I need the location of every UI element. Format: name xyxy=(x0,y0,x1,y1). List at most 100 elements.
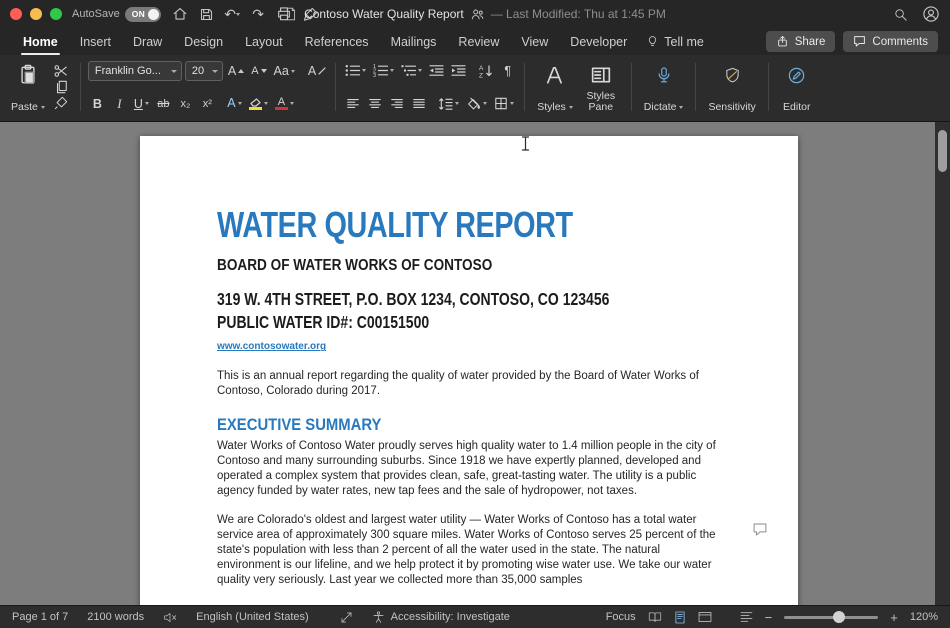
fullscreen-window-button[interactable] xyxy=(50,8,62,20)
page-indicator[interactable]: Page 1 of 7 xyxy=(12,611,68,623)
font-name-select[interactable]: Franklin Go... xyxy=(88,61,182,81)
subscript-button[interactable]: x₂ xyxy=(176,94,195,113)
page-1[interactable]: WATER QUALITY REPORT BOARD OF WATER WORK… xyxy=(140,136,798,605)
bullets-button[interactable] xyxy=(343,61,368,80)
document-canvas[interactable]: WATER QUALITY REPORT BOARD OF WATER WORK… xyxy=(0,122,950,605)
tell-me-button[interactable]: Tell me xyxy=(646,35,704,49)
tab-layout[interactable]: Layout xyxy=(234,29,294,55)
web-layout-button[interactable] xyxy=(698,611,712,623)
focus-mode-button[interactable]: Focus xyxy=(606,611,636,623)
styles-pane-button[interactable]: Styles Pane xyxy=(578,59,624,115)
tab-view[interactable]: View xyxy=(510,29,559,55)
save-button[interactable] xyxy=(197,4,215,24)
tab-home[interactable]: Home xyxy=(12,29,69,55)
strikethrough-button[interactable]: ab xyxy=(154,94,173,113)
close-window-button[interactable] xyxy=(10,8,22,20)
clear-formatting-button[interactable]: A xyxy=(306,62,328,81)
bold-button[interactable]: B xyxy=(88,94,107,113)
align-right-button[interactable] xyxy=(387,94,406,113)
outline-view-button[interactable] xyxy=(740,611,753,623)
zoom-level[interactable]: 120% xyxy=(910,611,938,623)
comments-button[interactable]: Comments xyxy=(843,31,938,52)
pilcrow-icon: ¶ xyxy=(504,64,511,78)
italic-button[interactable]: I xyxy=(110,94,129,113)
autosave-toggle[interactable]: AutoSave ON xyxy=(72,7,161,22)
read-aloud-muted-button[interactable] xyxy=(163,611,177,624)
word-count[interactable]: 2100 words xyxy=(87,611,144,623)
autosave-switch[interactable]: ON xyxy=(125,7,161,22)
shrink-font-button[interactable]: A xyxy=(249,62,268,81)
font-size-value: 20 xyxy=(192,65,204,77)
report-intro-paragraph: This is an annual report regarding the q… xyxy=(217,369,718,399)
tab-design[interactable]: Design xyxy=(173,29,234,55)
titlebar-right xyxy=(891,4,940,24)
vertical-scrollbar-thumb[interactable] xyxy=(938,130,947,172)
paste-button[interactable]: Paste xyxy=(6,59,50,115)
shading-button[interactable] xyxy=(464,94,489,113)
editor-button[interactable]: Editor xyxy=(776,59,818,115)
resize-view-button[interactable] xyxy=(340,611,353,624)
styles-button[interactable]: Styles xyxy=(532,59,578,115)
zoom-slider[interactable] xyxy=(784,616,878,619)
change-case-button[interactable]: Aa xyxy=(272,62,297,81)
home-quick-button[interactable] xyxy=(171,4,189,24)
lightbulb-icon xyxy=(646,35,659,48)
scrollbar-track[interactable] xyxy=(935,122,950,605)
read-mode-button[interactable] xyxy=(648,611,662,623)
grow-font-button[interactable]: A xyxy=(226,62,246,81)
report-website-link[interactable]: www.contosowater.org xyxy=(217,341,326,352)
comment-indicator-button[interactable] xyxy=(752,522,768,537)
undo-button[interactable]: ↶ xyxy=(223,4,241,24)
superscript-button[interactable]: x² xyxy=(198,94,217,113)
line-spacing-button[interactable] xyxy=(436,94,461,113)
numbered-list-icon: 123 xyxy=(373,64,388,77)
print-layout-button[interactable] xyxy=(674,611,686,624)
font-color-button[interactable]: A xyxy=(273,94,296,113)
tab-mailings[interactable]: Mailings xyxy=(380,29,448,55)
language-indicator[interactable]: English (United States) xyxy=(196,611,309,623)
borders-button[interactable] xyxy=(492,94,516,113)
align-center-button[interactable] xyxy=(365,94,384,113)
text-effects-button[interactable]: A xyxy=(225,94,244,113)
underline-button[interactable]: U xyxy=(132,94,151,113)
font-size-select[interactable]: 20 xyxy=(185,61,223,81)
align-left-button[interactable] xyxy=(343,94,362,113)
zoom-out-button[interactable]: − xyxy=(765,611,773,624)
align-left-icon xyxy=(346,97,360,110)
bullets-chevron-icon xyxy=(362,69,366,72)
decrease-indent-button[interactable] xyxy=(427,61,446,80)
share-button[interactable]: Share xyxy=(766,31,836,52)
sensitivity-button[interactable]: Sensitivity xyxy=(703,59,760,115)
dictate-button[interactable]: Dictate xyxy=(639,59,689,115)
format-painter-button[interactable] xyxy=(52,95,71,111)
zoom-in-button[interactable]: + xyxy=(890,611,898,624)
ribbon-divider xyxy=(80,63,81,111)
tab-review[interactable]: Review xyxy=(447,29,510,55)
minimize-window-button[interactable] xyxy=(30,8,42,20)
clear-formatting-icon: A xyxy=(308,64,316,78)
accessibility-checker[interactable]: Accessibility: Investigate xyxy=(372,611,510,624)
multilevel-list-button[interactable] xyxy=(399,61,424,80)
search-button[interactable] xyxy=(891,4,909,24)
sort-button[interactable]: AZ xyxy=(476,61,495,80)
text-effects-icon: A xyxy=(227,97,235,110)
ribbon-divider xyxy=(768,63,769,111)
justify-button[interactable] xyxy=(409,94,428,113)
outdent-icon xyxy=(429,64,444,77)
numbering-button[interactable]: 123 xyxy=(371,61,396,80)
shared-people-icon[interactable] xyxy=(470,7,485,22)
comments-icon xyxy=(853,35,866,48)
tab-references[interactable]: References xyxy=(294,29,380,55)
copy-button[interactable] xyxy=(52,79,71,95)
redo-button[interactable]: ↷ xyxy=(249,4,267,24)
statusbar-right: Focus − + 120% xyxy=(606,611,938,624)
tab-insert[interactable]: Insert xyxy=(69,29,122,55)
show-paragraph-marks-button[interactable]: ¶ xyxy=(498,61,517,80)
tab-draw[interactable]: Draw xyxy=(122,29,173,55)
zoom-slider-thumb[interactable] xyxy=(833,611,845,623)
cut-button[interactable] xyxy=(52,63,71,79)
highlight-button[interactable] xyxy=(247,94,270,113)
account-button[interactable] xyxy=(922,4,940,24)
tab-developer[interactable]: Developer xyxy=(559,29,638,55)
increase-indent-button[interactable] xyxy=(449,61,468,80)
